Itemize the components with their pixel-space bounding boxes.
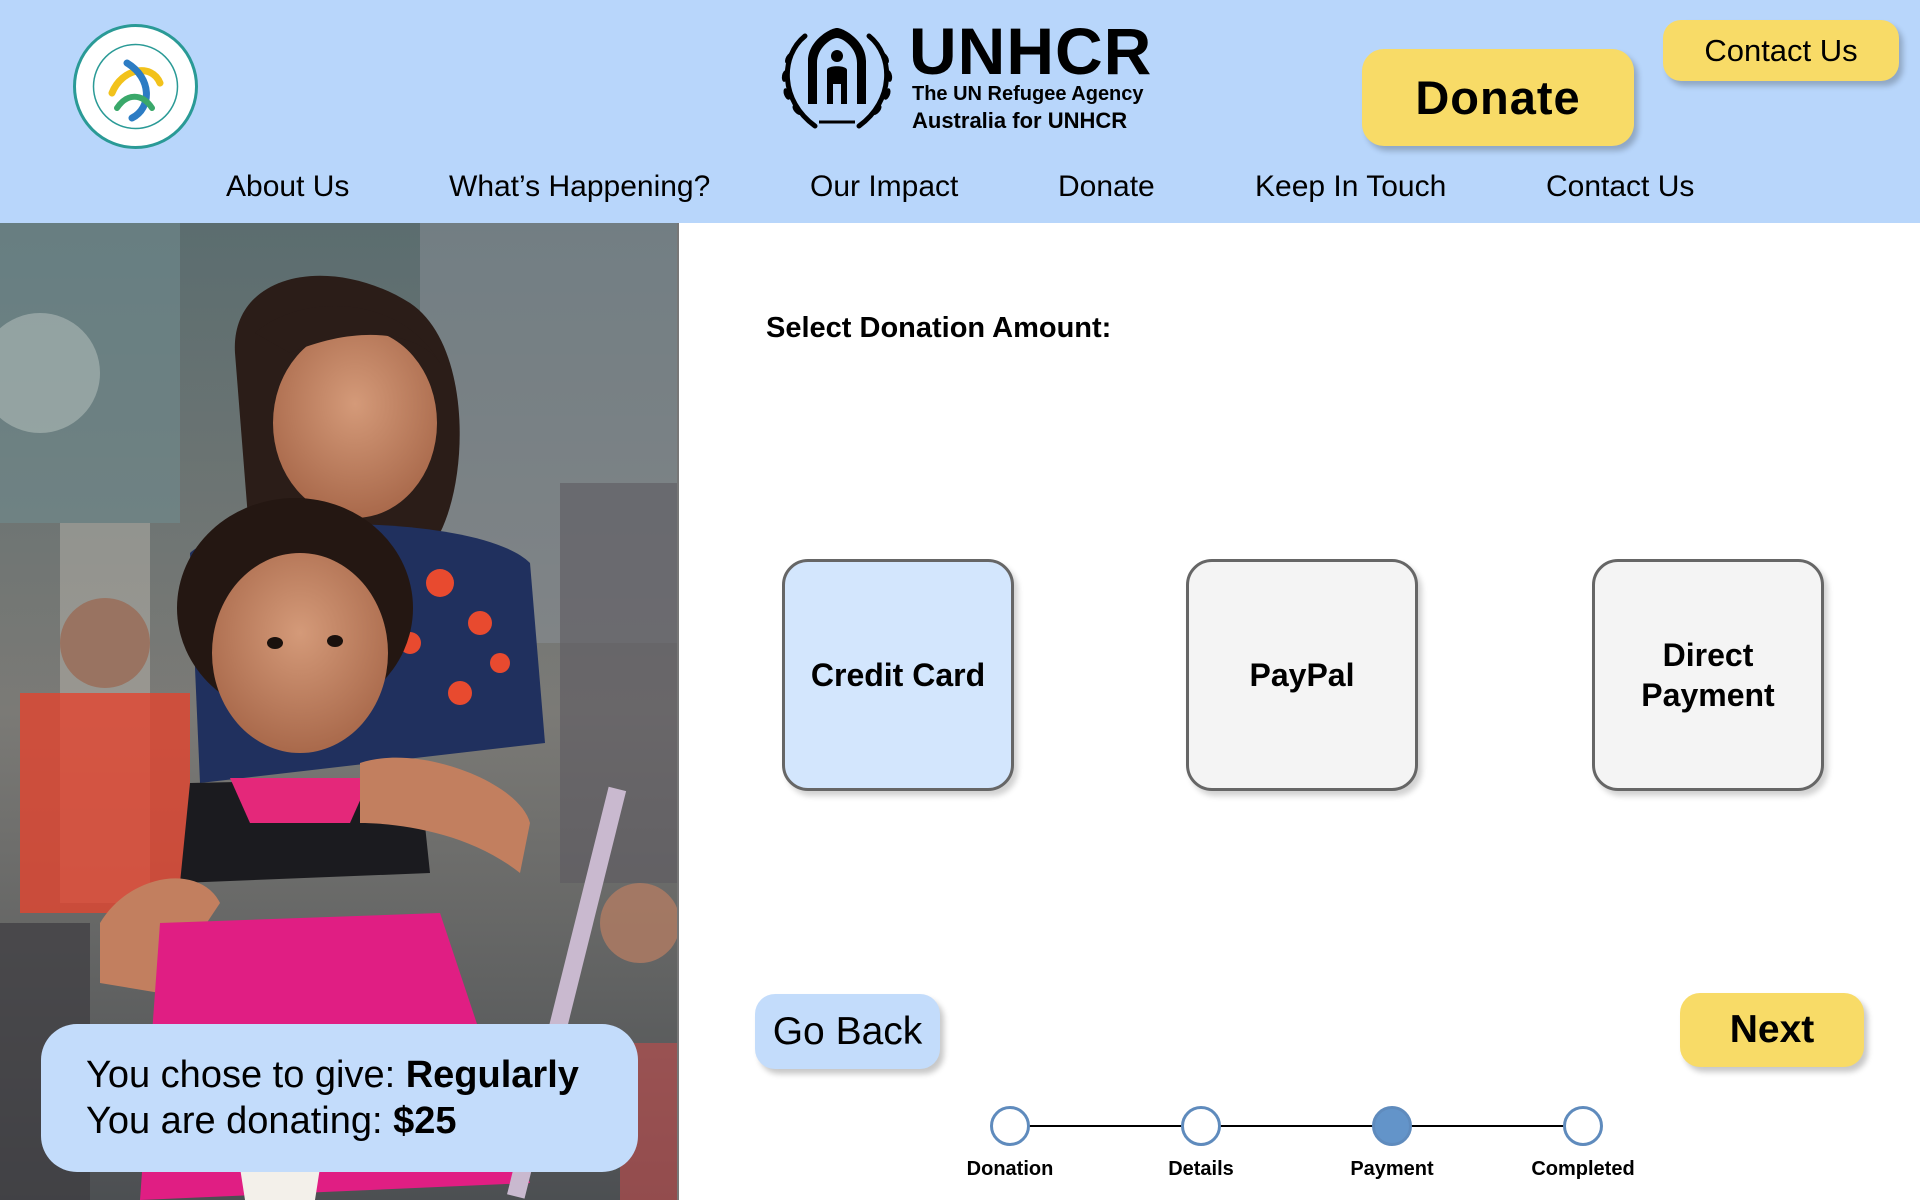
nav-item-donate[interactable]: Donate	[1058, 170, 1155, 204]
step-label-donation: Donation	[966, 1158, 1054, 1180]
summary-amount-line: You are donating: $25	[86, 1098, 638, 1144]
donate-header-button[interactable]: Donate	[1362, 49, 1634, 146]
summary-amount-prefix: You are donating:	[86, 1100, 394, 1142]
donation-summary-card: You chose to give: Regularly You are don…	[41, 1024, 638, 1172]
registered-charity-badge-icon	[72, 23, 199, 150]
go-back-button[interactable]: Go Back	[755, 994, 940, 1069]
nav-item-contact-us[interactable]: Contact Us	[1546, 170, 1694, 204]
direct-payment-option-label: Direct Payment	[1641, 635, 1774, 715]
unhcr-emblem-icon	[775, 26, 899, 134]
summary-frequency-prefix: You chose to give:	[86, 1054, 406, 1096]
stepper-connector	[1010, 1125, 1585, 1127]
step-label-payment: Payment	[1350, 1158, 1434, 1180]
step-label-details: Details	[1168, 1158, 1234, 1180]
credit-card-option-label: Credit Card	[810, 657, 986, 693]
site-header: UNHCR The UN Refugee Agency Australia fo…	[0, 0, 1920, 223]
direct-payment-label-line1: Direct	[1662, 637, 1754, 673]
paypal-option-label: PayPal	[1249, 657, 1355, 693]
nav-item-our-impact[interactable]: Our Impact	[810, 170, 958, 204]
logo-title: UNHCR	[909, 14, 1153, 88]
summary-amount-value: $25	[393, 1100, 457, 1142]
summary-frequency-value: Regularly	[405, 1054, 579, 1096]
page-title: Select Donation Amount:	[766, 312, 1112, 344]
logo-subtitle-country: Australia for UNHCR	[912, 108, 1128, 133]
nav-item-whats-happening[interactable]: What’s Happening?	[449, 170, 710, 204]
direct-payment-option[interactable]: Direct Payment	[1592, 559, 1824, 791]
nav-item-about-us[interactable]: About Us	[226, 170, 349, 204]
nav-item-keep-in-touch[interactable]: Keep In Touch	[1255, 170, 1446, 204]
direct-payment-label-line2: Payment	[1641, 677, 1775, 713]
paypal-option[interactable]: PayPal	[1186, 559, 1418, 791]
step-dot-completed	[1563, 1106, 1603, 1146]
step-dot-payment	[1372, 1106, 1412, 1146]
step-dot-details	[1181, 1106, 1221, 1146]
step-label-completed: Completed	[1531, 1158, 1635, 1180]
logo-subtitle: The UN Refugee Agency	[912, 83, 1144, 105]
step-dot-donation	[990, 1106, 1030, 1146]
children-photo: You chose to give: Regularly You are don…	[0, 223, 679, 1200]
next-button[interactable]: Next	[1680, 993, 1864, 1067]
unhcr-logo[interactable]: UNHCR The UN Refugee Agency Australia fo…	[775, 18, 1151, 139]
contact-us-header-button[interactable]: Contact Us	[1663, 20, 1899, 81]
progress-stepper: Donation Details Payment Completed	[960, 1100, 1660, 1200]
credit-card-option[interactable]: Credit Card	[782, 559, 1014, 791]
main-nav: About Us What’s Happening? Our Impact Do…	[0, 170, 1920, 216]
summary-frequency-line: You chose to give: Regularly	[86, 1052, 638, 1098]
